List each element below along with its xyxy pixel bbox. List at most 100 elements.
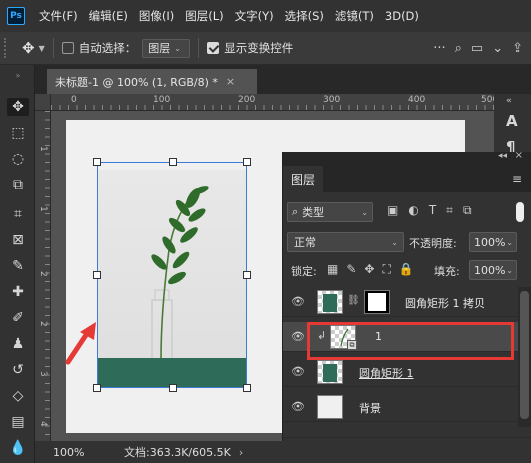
shape-filter-icon[interactable]: ⌗ [446,203,453,218]
eye-icon[interactable]: 👁 [291,365,305,378]
divider [198,38,200,58]
chevron-down-icon: ⌄ [174,43,181,53]
tools-panel: » ✥ ⬚ ◌ ⧉ ⌗ ⊠ ✎ ✚ ✐ ♟ ↺ ◇ ▤ 💧 [0,65,35,463]
workspace-icon[interactable]: ▭ [471,41,483,56]
red-highlight-annotation [307,322,514,360]
close-icon[interactable]: × [226,75,235,88]
history-brush-icon[interactable]: ↺ [9,361,27,379]
horizontal-ruler[interactable]: 0 100 200 300 400 500 [51,94,494,111]
show-transform-checkbox[interactable] [207,42,220,54]
brush-tool-icon[interactable]: ✐ [9,309,27,327]
eye-icon[interactable]: 👁 [291,330,305,343]
eye-icon[interactable]: 👁 [291,295,305,308]
lock-artboard-icon[interactable]: ⛶ [382,262,390,277]
eyedropper-tool-icon[interactable]: ✎ [9,257,27,275]
ruler-corner[interactable] [35,94,51,111]
eye-icon[interactable]: 👁 [291,400,305,413]
collapse-icon[interactable]: ◂◂ [498,151,507,161]
chevron-down-icon[interactable]: ▼ [39,44,45,53]
type-filter-icon[interactable]: T [429,203,436,218]
status-bar: 100% 文档:363.3K/605.5K › [35,441,494,463]
stamp-tool-icon[interactable]: ♟ [9,335,27,353]
lock-all-icon[interactable]: 🔒 [399,262,414,277]
opacity-input[interactable]: 100% ⌄ [469,232,517,252]
share-icon[interactable]: ⇪ [512,41,523,56]
search-icon[interactable]: ⌕ [455,41,462,56]
character-panel-icon[interactable]: A [506,112,518,130]
chevron-down-icon: ⌄ [391,237,398,247]
more-icon[interactable]: ··· [433,41,445,56]
menu-edit[interactable]: 编辑(E) [89,8,128,24]
document-tab[interactable]: 未标题-1 @ 100% (1, RGB/8) * × [47,69,257,94]
layer-name[interactable]: 圆角矩形 1 [359,365,414,381]
collapse-icon[interactable]: « [506,96,512,106]
menu-layer[interactable]: 图层(L) [185,8,223,24]
lock-transparency-icon[interactable]: ▦ [327,262,338,277]
blur-tool-icon[interactable]: 💧 [9,439,27,457]
transform-handle[interactable] [169,158,177,166]
blend-mode-dropdown[interactable]: 正常 ⌄ [287,232,404,252]
chevron-right-icon[interactable]: › [239,446,243,459]
menu-file[interactable]: 文件(F) [39,8,78,24]
layer-name[interactable]: 背景 [359,400,381,416]
layers-scrollbar[interactable] [518,287,531,427]
frame-tool-icon[interactable]: ⊠ [9,231,27,249]
layer-filter-dropdown[interactable]: ⌕ 类型 ⌄ [287,202,373,222]
layer-mask-thumbnail[interactable] [364,290,390,314]
options-right-tools: ··· ⌕ ▭ ⌄ ⇪ [433,41,531,56]
lock-pixels-icon[interactable]: ✎ [346,262,356,277]
panel-title-strip: ◂◂ × [283,150,531,164]
chevron-down-icon[interactable]: ⌄ [492,41,503,56]
auto-select-checkbox[interactable] [61,42,74,54]
link-icon[interactable]: ⛓ [347,295,360,306]
eraser-tool-icon[interactable]: ◇ [9,387,27,405]
quick-select-tool-icon[interactable]: ⧉ [9,176,27,194]
transform-handle[interactable] [169,384,177,392]
pixel-filter-icon[interactable]: ▣ [387,203,398,218]
adjustment-filter-icon[interactable]: ◐ [408,203,418,218]
move-tool-icon[interactable]: ✥ [22,39,35,57]
ruler-ticks [45,111,50,441]
fill-input[interactable]: 100% ⌄ [469,260,517,280]
transform-handle[interactable] [93,271,101,279]
layer-thumbnail [317,395,343,419]
transform-handle[interactable] [243,271,251,279]
tab-layers[interactable]: 图层 [283,166,323,192]
healing-tool-icon[interactable]: ✚ [9,283,27,301]
lasso-tool-icon[interactable]: ◌ [9,150,27,168]
transform-handle[interactable] [243,158,251,166]
menu-filter[interactable]: 滤镜(T) [335,8,374,24]
ruler-label: 300 [323,95,341,105]
transform-handle[interactable] [93,384,101,392]
marquee-tool-icon[interactable]: ⬚ [9,124,27,142]
layers-panel: ◂◂ × 图层 ≡ ⌕ 类型 ⌄ ▣ ◐ T ⌗ ⧉ 正常 ⌄ 不透明度: 10… [282,150,531,463]
lock-position-icon[interactable]: ✥ [364,262,374,277]
transform-bounding-box[interactable] [93,158,251,392]
menu-3d[interactable]: 3D(D) [385,9,419,23]
collapse-icon[interactable]: » [9,67,27,85]
close-icon[interactable]: × [515,150,523,161]
auto-select-target-dropdown[interactable]: 图层 ⌄ [142,38,191,58]
red-arrow-annotation [65,322,96,365]
smart-object-filter-icon[interactable]: ⧉ [463,203,472,218]
layer-row[interactable]: 👁 背景 [283,392,519,422]
layer-row[interactable]: 👁 ⛓ 圆角矩形 1 拷贝 [283,287,519,317]
document-tab-title: 未标题-1 @ 100% (1, RGB/8) * [55,75,218,89]
menu-image[interactable]: 图像(I) [139,8,174,24]
transform-handle[interactable] [243,384,251,392]
filter-toggle[interactable] [516,202,524,222]
layer-row[interactable]: 👁 圆角矩形 1 [283,357,519,387]
panel-menu-icon[interactable]: ≡ [512,172,522,186]
vertical-ruler[interactable]: 1 1 2 2 3 4 [35,111,51,441]
move-tool-icon[interactable]: ✥ [7,98,29,116]
ruler-label: 100 [153,95,171,105]
menu-type[interactable]: 文字(Y) [235,8,274,24]
crop-tool-icon[interactable]: ⌗ [9,205,27,223]
options-grip[interactable] [4,38,12,58]
zoom-level[interactable]: 100% [53,446,108,459]
menu-select[interactable]: 选择(S) [285,8,324,24]
layer-name[interactable]: 圆角矩形 1 拷贝 [405,295,485,311]
scrollbar-thumb[interactable] [520,291,529,419]
transform-handle[interactable] [93,158,101,166]
gradient-tool-icon[interactable]: ▤ [9,413,27,431]
